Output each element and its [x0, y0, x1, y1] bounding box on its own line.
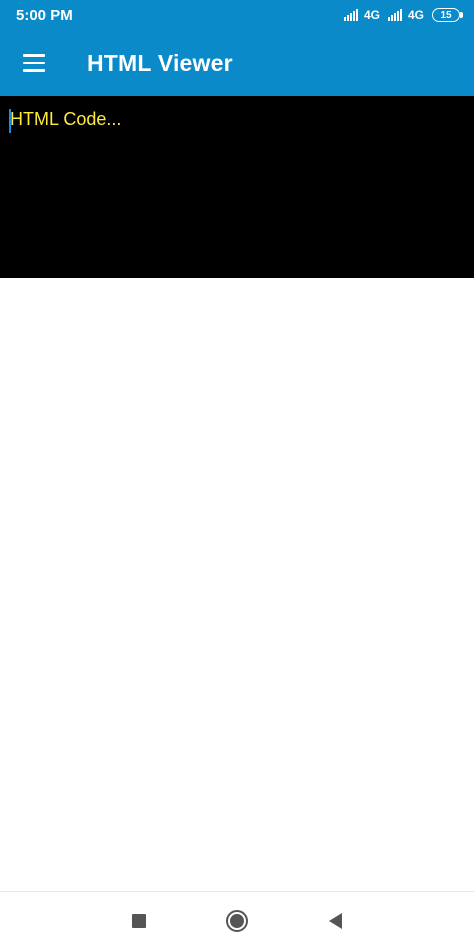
- triangle-back-icon: [328, 913, 342, 929]
- menu-button[interactable]: [0, 30, 68, 96]
- html-code-editor: [0, 96, 474, 278]
- html-code-input[interactable]: [0, 96, 474, 278]
- square-recents-icon: [132, 914, 146, 928]
- circle-home-icon: [226, 910, 248, 932]
- status-bar: 5:00 PM 4G 4G 15: [0, 0, 474, 30]
- page-title: HTML Viewer: [87, 49, 233, 76]
- battery-icon: 15: [432, 8, 463, 22]
- app-bar: HTML Viewer: [0, 30, 474, 96]
- network-type-1: 4G: [363, 8, 380, 22]
- system-nav-bar: [0, 891, 474, 948]
- recents-button[interactable]: [126, 908, 152, 934]
- signal-strength-icon: [343, 9, 358, 21]
- battery-level: 15: [440, 9, 452, 21]
- signal-strength-icon: [387, 9, 402, 21]
- network-type-2: 4G: [407, 8, 424, 22]
- hamburger-menu-icon: [23, 54, 45, 72]
- back-button[interactable]: [322, 908, 348, 934]
- home-button[interactable]: [224, 908, 250, 934]
- text-cursor: [9, 109, 11, 133]
- status-time: 5:00 PM: [16, 6, 73, 24]
- status-indicators: 4G 4G 15: [343, 8, 463, 22]
- preview-area: [0, 278, 474, 891]
